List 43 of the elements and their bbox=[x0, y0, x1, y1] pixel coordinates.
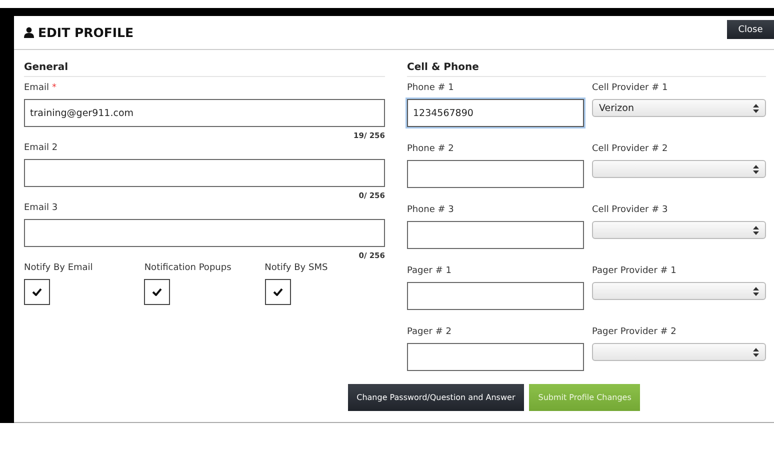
checkbox-label: Notify By Email bbox=[24, 263, 94, 275]
updown-arrows-icon bbox=[753, 286, 759, 296]
check-icon bbox=[32, 288, 42, 296]
updown-arrows-icon bbox=[753, 348, 759, 356]
updown-arrows-icon bbox=[753, 226, 759, 234]
field-label: Email 3 bbox=[24, 203, 59, 215]
field-label: Phone # 1 bbox=[407, 83, 455, 95]
field-label: Pager Provider # 2 bbox=[592, 327, 678, 339]
field-label: Email * bbox=[24, 83, 58, 95]
phone-input[interactable]: 1234567890 bbox=[407, 99, 584, 127]
close-button[interactable]: Close bbox=[727, 20, 774, 39]
field-label: Email 2 bbox=[24, 143, 59, 155]
field-label: Pager Provider # 1 bbox=[592, 266, 678, 278]
field-label: Pager # 2 bbox=[407, 327, 452, 339]
updown-arrows-icon bbox=[753, 164, 759, 174]
phone-input[interactable] bbox=[407, 221, 584, 249]
section-heading: General bbox=[24, 62, 385, 77]
checkbox[interactable] bbox=[24, 279, 50, 305]
phone-input[interactable] bbox=[407, 160, 584, 188]
email-input[interactable] bbox=[24, 159, 385, 187]
checkbox[interactable] bbox=[144, 279, 170, 305]
field-label: Cell Provider # 1 bbox=[592, 83, 669, 95]
field-label: Cell Provider # 3 bbox=[592, 205, 669, 217]
check-icon bbox=[152, 288, 162, 296]
provider-select[interactable]: Verizon bbox=[592, 99, 766, 117]
section-heading: Cell & Phone bbox=[407, 62, 766, 77]
phone-input[interactable] bbox=[407, 343, 584, 371]
field-label: Phone # 3 bbox=[407, 205, 455, 217]
field-label: Phone # 2 bbox=[407, 144, 455, 156]
phone-input[interactable] bbox=[407, 282, 584, 310]
required-mark: * bbox=[52, 83, 56, 93]
modal-title: EDIT PROFILE bbox=[38, 25, 134, 40]
checkbox-label: Notify By SMS bbox=[264, 263, 329, 275]
field-label: Cell Provider # 2 bbox=[592, 144, 669, 156]
check-icon bbox=[272, 288, 283, 296]
updown-arrows-icon bbox=[753, 104, 759, 112]
change-password-button[interactable]: Change Password/Question and Answer bbox=[348, 384, 524, 411]
field-label: Pager # 1 bbox=[407, 266, 452, 278]
checkbox-label: Notification Popups bbox=[144, 263, 232, 275]
email-input[interactable]: training@ger911.com bbox=[24, 99, 385, 127]
email-input[interactable] bbox=[24, 219, 385, 247]
checkbox[interactable] bbox=[264, 279, 291, 305]
user-icon bbox=[24, 27, 34, 38]
